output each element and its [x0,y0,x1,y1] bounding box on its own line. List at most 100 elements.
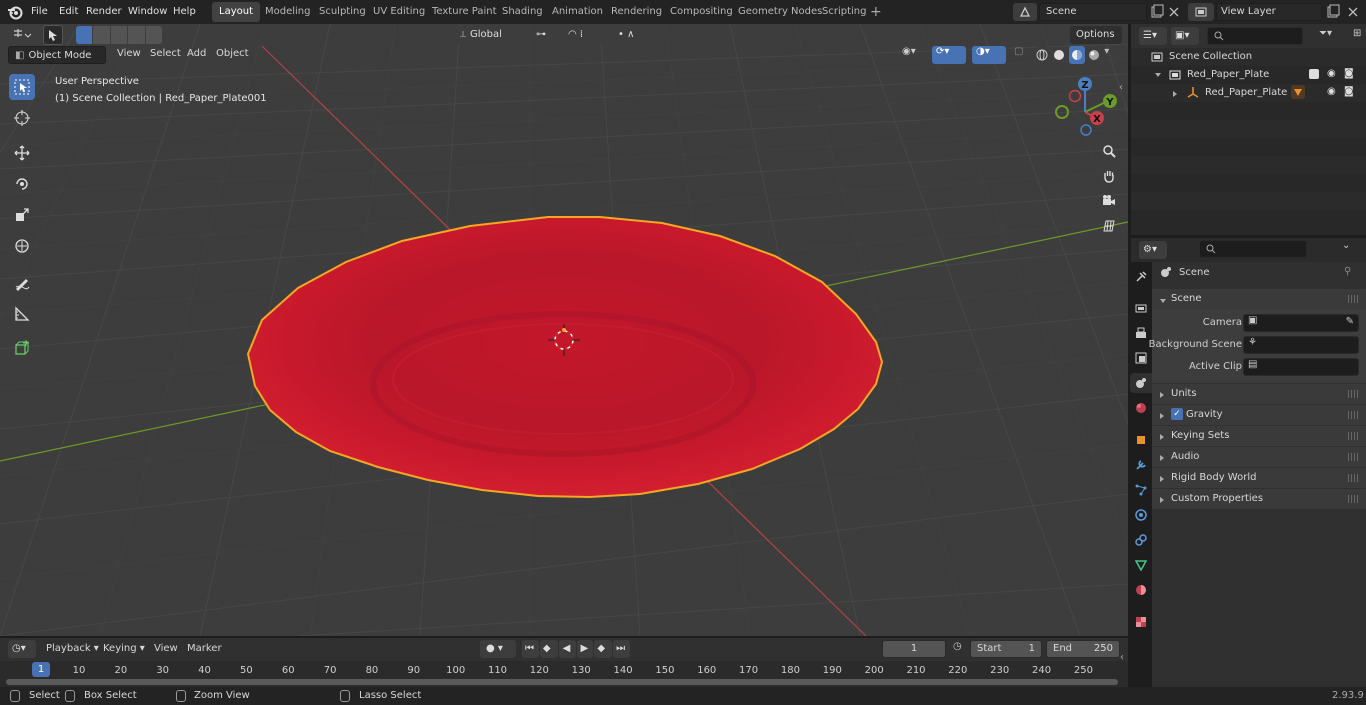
outliner-row-object[interactable]: Red_Paper_Plate ◉ ◙ [1131,84,1366,102]
delete-view-layer-icon[interactable] [1348,7,1358,17]
select-invert-icon[interactable] [128,26,145,44]
transform-tool[interactable] [9,233,35,259]
subpanel-units[interactable]: Units [1152,384,1366,404]
solid-shading-icon[interactable] [1052,46,1068,64]
expand-down-icon[interactable] [1155,70,1163,78]
scene-tab-icon[interactable] [1130,373,1152,393]
move-tool[interactable] [9,140,35,166]
xray-toggle[interactable]: ▢ [1014,46,1030,64]
copy-scene-icon[interactable] [1149,4,1165,20]
auto-keying-toggle[interactable]: ● ▾ [480,640,516,658]
tab-uv-editing[interactable]: UV Editing [366,2,432,22]
render-tab-icon[interactable] [1131,298,1151,318]
camera-view-icon[interactable] [1098,190,1120,212]
viewport-menu-view[interactable]: View [117,48,141,59]
properties-editor-type[interactable]: ⚙▾ [1139,241,1167,259]
timeline-menu-playback[interactable]: Playback ▾ [46,643,99,654]
blender-logo-icon[interactable] [7,4,23,20]
tab-animation[interactable]: Animation [545,2,610,22]
drag-handle-icon[interactable] [1348,474,1360,482]
viewport-3d[interactable]: ⟂ Global ⊶ ◠ ⁞ • ∧ Options ◧ Object Mode V… [0,24,1128,636]
menu-edit[interactable]: Edit [54,3,83,21]
prev-keyframe-icon[interactable]: ◆ [539,640,558,658]
tab-shading[interactable]: Shading [495,2,550,22]
play-icon[interactable]: ▶ [576,640,594,658]
measure-tool[interactable] [9,301,35,327]
particles-tab-icon[interactable] [1131,480,1151,500]
mesh-data-tab-icon[interactable] [1131,555,1151,575]
visibility-eye-icon[interactable]: ◉ [1327,68,1336,79]
select-tool-toggle[interactable] [43,25,63,45]
subpanel-rigid-body-world[interactable]: Rigid Body World [1152,468,1366,488]
properties-search-input[interactable] [1199,240,1307,258]
mode-dropdown[interactable]: ◧ Object Mode [8,46,106,64]
ortho-grid-icon[interactable] [1098,215,1120,237]
drag-handle-icon[interactable] [1348,432,1360,440]
subpanel-keying-sets[interactable]: Keying Sets [1152,426,1366,446]
outliner-editor-type[interactable]: ☰▾ [1139,27,1167,45]
overlays-toggle[interactable]: ◑▾ [972,46,1006,64]
annotate-tool[interactable] [9,270,35,296]
timeline-menu-keying[interactable]: Keying ▾ [103,643,145,654]
drag-handle-icon[interactable] [1348,390,1360,398]
texture-tab-icon[interactable] [1131,612,1151,632]
menu-help[interactable]: Help [168,3,201,21]
view-layer-selector[interactable]: View Layer [1216,3,1322,21]
rendered-shading-icon[interactable] [1087,46,1103,64]
viewport-menu-add[interactable]: Add [187,48,206,59]
tab-sculpting[interactable]: Sculpting [312,2,373,22]
timeline-sidebar-toggle-icon[interactable]: ‹ [1120,652,1124,663]
tab-layout[interactable]: Layout [212,2,260,22]
tab-scripting[interactable]: Scripting [815,2,873,22]
select-mode-group[interactable] [76,26,163,44]
end-frame-field[interactable]: End 250 [1046,640,1120,658]
add-cube-tool[interactable] [9,335,35,361]
world-tab-icon[interactable] [1131,398,1151,418]
next-keyframe-icon[interactable]: ◆ [594,640,613,658]
view-layer-icon[interactable] [1188,3,1214,21]
wireframe-shading-icon[interactable] [1034,46,1050,64]
gizmo-toggle[interactable]: ⟳▾ [932,46,966,64]
preview-range-icon[interactable]: ◷ [953,641,967,657]
current-frame-field[interactable]: 1 [882,640,946,658]
jump-end-icon[interactable]: ⏭ [613,640,630,658]
copy-view-layer-icon[interactable] [1325,4,1341,20]
viewport-canvas[interactable] [0,24,1128,636]
expand-right-icon[interactable] [1173,89,1181,97]
cursor-tool[interactable] [9,105,35,131]
eyedropper-icon[interactable]: ✎ [1346,316,1354,327]
scene-type-icon[interactable] [1013,3,1037,21]
subpanel-gravity[interactable]: ✓ Gravity [1152,405,1366,425]
menu-render[interactable]: Render [81,3,127,21]
exclude-checkbox-icon[interactable] [1309,69,1319,79]
material-shading-icon[interactable] [1069,46,1085,64]
tab-compositing[interactable]: Compositing [663,2,740,22]
mesh-data-icon[interactable] [1291,85,1305,99]
delete-scene-icon[interactable] [1169,7,1179,17]
pivot-point-dropdown[interactable]: ⊶ [530,26,558,44]
transform-orientation-dropdown[interactable]: ⟂ Global [454,26,524,44]
filter-icon[interactable]: ⏷▾ [1319,28,1347,44]
modifier-tab-icon[interactable] [1131,455,1151,475]
tab-rendering[interactable]: Rendering [604,2,669,22]
rotate-tool[interactable] [9,171,35,197]
active-clip-field[interactable]: ▤ [1243,358,1359,376]
subpanel-custom-properties[interactable]: Custom Properties [1152,489,1366,509]
viewport-menu-select[interactable]: Select [150,48,181,59]
editor-type-button[interactable] [8,26,36,44]
tab-texture-paint[interactable]: Texture Paint [425,2,504,22]
viewport-menu-object[interactable]: Object [216,48,249,59]
timeline-scrollbar[interactable] [6,679,1118,685]
subpanel-audio[interactable]: Audio [1152,447,1366,467]
object-tab-icon[interactable] [1131,430,1151,450]
timeline-menu-view[interactable]: View [154,643,178,654]
outliner-row-collection[interactable]: Red_Paper_Plate ◉ ◙ [1131,66,1366,84]
camera-field[interactable]: ▣ ✎ [1243,314,1359,332]
properties-options-icon[interactable]: ⌄ [1342,240,1358,258]
timeline-editor-type[interactable]: ◷▾ [8,640,36,658]
shading-options-icon[interactable]: ▾ [1104,46,1114,64]
scale-tool[interactable] [9,202,35,228]
constraints-tab-icon[interactable] [1131,530,1151,550]
outliner-row-scene-collection[interactable]: Scene Collection [1131,48,1366,66]
select-box-tool[interactable] [9,74,35,100]
